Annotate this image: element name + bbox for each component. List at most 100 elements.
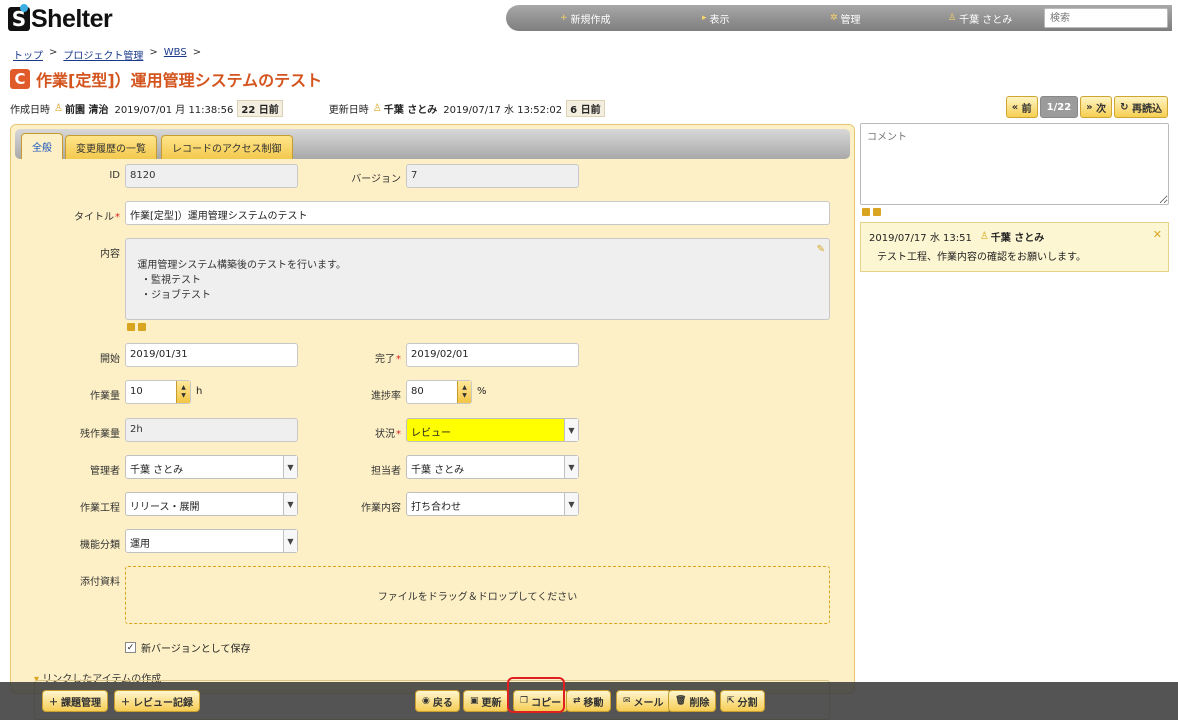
owner-label: 担当者 [371, 466, 401, 477]
content-textarea[interactable]: 運用管理システム構築後のテストを行います。 ・監視テスト ・ジョブテスト ✎ [125, 238, 830, 320]
record-meta: 作成日時 ♙ 前園 清治 2019/07/01 月 11:38:56 22 日前… [10, 100, 605, 117]
add-review-label: レビュー記録 [133, 697, 194, 709]
required-mark: * [396, 354, 401, 365]
progress-stepper[interactable]: 80 ▲ ▼ [406, 380, 472, 404]
tab-general[interactable]: 全般 [21, 133, 63, 159]
created-user[interactable]: 前園 清治 [65, 101, 108, 116]
work-content-select[interactable]: 打ち合わせ ▼ [406, 492, 579, 516]
manager-value: 千葉 さとみ [130, 465, 184, 476]
title-label-text: タイトル [74, 212, 114, 223]
process-select[interactable]: リリース・展開 ▼ [125, 492, 298, 516]
function-select[interactable]: 運用 ▼ [125, 529, 298, 553]
nav-new[interactable]: + 新規作成 [560, 5, 611, 31]
created-date: 2019/07/01 月 11:38:56 [114, 105, 234, 116]
created-label: 作成日時 [10, 105, 50, 116]
reload-icon: ↻ [1120, 101, 1132, 113]
nav-user[interactable]: ♙ 千葉 さとみ [948, 5, 1012, 31]
process-value: リリース・展開 [130, 502, 200, 513]
back-circle-icon: ◉ [422, 696, 430, 706]
reload-button[interactable]: ↻ 再読込 [1114, 96, 1168, 118]
work-unit: h [196, 386, 203, 397]
updated-date: 2019/07/17 水 13:52:02 [443, 105, 563, 116]
update-button[interactable]: ▣ 更新 [463, 690, 509, 712]
chevron-down-icon: ▼ [564, 419, 578, 441]
comment-user[interactable]: 千葉 さとみ [991, 229, 1044, 244]
created-days-badge: 22 日前 [237, 100, 283, 117]
arrow-right-icon: ▸ [702, 13, 707, 23]
new-version-label: 新バージョンとして保存 [141, 644, 251, 655]
update-label: 更新 [481, 697, 502, 709]
comment-input[interactable] [860, 123, 1169, 205]
tab-history[interactable]: 変更履歴の一覧 [65, 135, 157, 159]
app-logo[interactable]: S Shelter [8, 4, 113, 34]
image-icon[interactable] [127, 323, 135, 331]
top-navbar: + 新規作成 ▸ 表示 ✲ 管理 ♙ 千葉 さとみ [506, 5, 1172, 31]
prev-label: 前 [1021, 103, 1032, 115]
chevron-down-icon: ▼ [564, 456, 578, 478]
breadcrumb-project[interactable]: プロジェクト管理 [63, 47, 143, 62]
owner-select[interactable]: 千葉 さとみ ▼ [406, 455, 579, 479]
new-version-checkbox[interactable]: ✓ [125, 642, 136, 653]
add-issue-label: 課題管理 [61, 697, 102, 709]
attach-label: 添付資料 [80, 577, 120, 588]
status-select[interactable]: レビュー ▼ [406, 418, 579, 442]
trash-icon: 🗑 [675, 696, 687, 706]
start-label: 開始 [100, 354, 120, 365]
add-issue-button[interactable]: ＋課題管理 [42, 690, 109, 712]
pencil-icon[interactable]: ✎ [817, 242, 825, 257]
split-button[interactable]: ⇱ 分割 [720, 690, 765, 712]
nav-view[interactable]: ▸ 表示 [702, 5, 730, 31]
tab-bar: 全般 変更履歴の一覧 レコードのアクセス制御 [15, 129, 850, 159]
start-date-input[interactable]: 2019/01/31 [125, 343, 298, 367]
status-label: 状況* [291, 425, 401, 440]
chevron-down-icon: ▼ [283, 530, 297, 552]
content-attach-icons [127, 323, 146, 331]
search-input[interactable] [1044, 8, 1168, 28]
breadcrumb-sep: > [192, 47, 202, 58]
back-label: 戻る [432, 697, 453, 709]
nav-admin[interactable]: ✲ 管理 [830, 5, 861, 31]
nav-view-label: 表示 [709, 14, 730, 26]
end-date-input[interactable]: 2019/02/01 [406, 343, 579, 367]
close-icon[interactable]: ✕ [1153, 228, 1162, 241]
user-icon: ♙ [54, 103, 63, 114]
breadcrumb: トップ > プロジェクト管理 > WBS > [13, 47, 201, 62]
id-label: ID [109, 170, 120, 181]
progress-value: 80 [411, 386, 424, 397]
prev-button[interactable]: « 前 [1005, 96, 1038, 118]
breadcrumb-wbs[interactable]: WBS [164, 47, 187, 62]
add-review-button[interactable]: ＋レビュー記録 [114, 690, 201, 712]
comment-attach-icons [862, 208, 881, 216]
nav-user-label: 千葉 さとみ [959, 14, 1013, 26]
function-label: 機能分類 [80, 540, 120, 551]
new-version-checkbox-row[interactable]: ✓ 新バージョンとして保存 [125, 640, 251, 655]
tab-access-control[interactable]: レコードのアクセス制御 [161, 135, 293, 159]
updated-label: 更新日時 [328, 105, 369, 116]
file-icon[interactable] [873, 208, 881, 216]
manager-select[interactable]: 千葉 さとみ ▼ [125, 455, 298, 479]
delete-label: 削除 [689, 697, 710, 709]
double-right-icon: » [1086, 101, 1097, 113]
updated-user[interactable]: 千葉 さとみ [384, 101, 437, 116]
attachment-dropzone[interactable]: ファイルをドラッグ＆ドロップしてください [125, 566, 830, 624]
caret-up-icon: ▲ [462, 384, 467, 391]
content-text: 運用管理システム構築後のテストを行います。 ・監視テスト ・ジョブテスト [137, 260, 347, 301]
breadcrumb-top[interactable]: トップ [13, 47, 43, 62]
spin-buttons[interactable]: ▲ ▼ [457, 381, 471, 403]
required-mark: * [396, 429, 401, 440]
spin-buttons[interactable]: ▲ ▼ [176, 381, 190, 403]
move-button[interactable]: ⇄ 移動 [566, 690, 611, 712]
file-icon[interactable] [138, 323, 146, 331]
copy-highlight-frame [507, 677, 565, 713]
delete-button[interactable]: 🗑 削除 [668, 690, 717, 712]
comment-body: テスト工程、作業内容の確認をお願いします。 [877, 252, 1086, 263]
status-value: レビュー [411, 428, 451, 439]
next-button[interactable]: » 次 [1080, 96, 1113, 118]
image-icon[interactable] [862, 208, 870, 216]
mail-button[interactable]: ✉ メール [616, 690, 671, 712]
work-stepper[interactable]: 10 ▲ ▼ [125, 380, 191, 404]
save-icon: ▣ [470, 696, 479, 706]
title-input[interactable]: 作業[定型]）運用管理システムのテスト [125, 201, 830, 225]
breadcrumb-sep: > [49, 47, 58, 58]
back-button[interactable]: ◉ 戻る [415, 690, 460, 712]
